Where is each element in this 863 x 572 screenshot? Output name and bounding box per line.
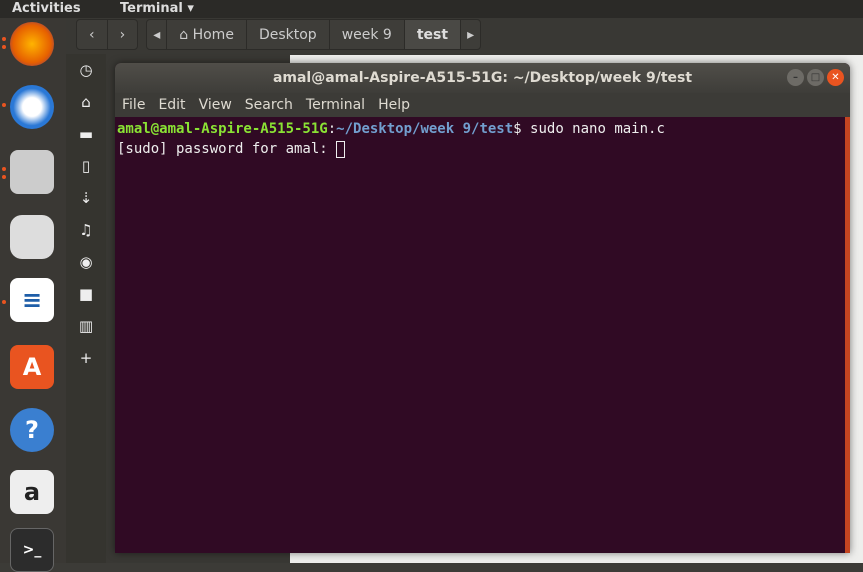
writer-icon[interactable]: ≡	[10, 278, 54, 322]
command: sudo nano main.c	[530, 121, 665, 137]
top-bar: Activities Terminal ▾	[0, 0, 863, 18]
amazon-icon[interactable]: a	[10, 470, 54, 514]
thunderbird-icon[interactable]	[10, 85, 54, 129]
prompt-sep: :	[327, 121, 337, 137]
path-scroll-right[interactable]: ▸	[461, 20, 480, 49]
window-title: amal@amal-Aspire-A515-51G: ~/Desktop/wee…	[272, 70, 693, 86]
terminal-titlebar[interactable]: amal@amal-Aspire-A515-51G: ~/Desktop/wee…	[115, 63, 850, 93]
prompt-user: amal@amal-Aspire-A515-51G	[117, 121, 328, 137]
app-menu[interactable]: Terminal ▾	[120, 0, 194, 18]
terminal-output[interactable]: amal@amal-Aspire-A515-51G:~/Desktop/week…	[115, 117, 850, 161]
terminal-icon[interactable]: >_	[10, 528, 54, 572]
maximize-icon[interactable]: □	[807, 69, 824, 86]
recent-icon[interactable]: ◷	[66, 54, 106, 86]
help-icon[interactable]: ?	[10, 408, 54, 452]
other-locations-icon[interactable]: +	[66, 342, 106, 374]
cursor	[336, 140, 346, 158]
path-test[interactable]: test	[404, 20, 462, 49]
menu-file[interactable]: File	[122, 97, 145, 113]
rhythmbox-icon[interactable]	[10, 215, 54, 259]
pictures-icon[interactable]: ◉	[66, 246, 106, 278]
menu-search[interactable]: Search	[245, 97, 293, 113]
sudo-prompt: [sudo] password for amal:	[117, 141, 337, 157]
menu-view[interactable]: View	[199, 97, 232, 113]
path-week9[interactable]: week 9	[330, 20, 405, 49]
home-icon: ⌂	[179, 26, 193, 43]
prompt-path: ~/Desktop/week 9/test	[336, 121, 514, 137]
downloads-icon[interactable]: ⇣	[66, 182, 106, 214]
menu-edit[interactable]: Edit	[158, 97, 185, 113]
menu-terminal[interactable]: Terminal	[306, 97, 365, 113]
videos-icon[interactable]: ■	[66, 278, 106, 310]
documents-icon[interactable]: ▯	[66, 150, 106, 182]
terminal-window: amal@amal-Aspire-A515-51G: ~/Desktop/wee…	[115, 63, 850, 553]
files-icon[interactable]	[10, 150, 54, 194]
desktop-icon[interactable]: ▬	[66, 118, 106, 150]
forward-button[interactable]: ›	[108, 20, 138, 49]
dock: ≡ A ? a >_	[0, 18, 66, 572]
menu-bar: File Edit View Search Terminal Help	[115, 93, 850, 117]
places-sidebar: ◷ ⌂ ▬ ▯ ⇣ ♫ ◉ ■ ▥ +	[66, 54, 106, 563]
path-desktop[interactable]: Desktop	[247, 20, 330, 49]
scrollbar[interactable]	[845, 117, 850, 553]
path-scroll-left[interactable]: ◂	[147, 20, 168, 49]
firefox-icon[interactable]	[10, 22, 54, 66]
back-button[interactable]: ‹	[77, 20, 108, 49]
software-center-icon[interactable]: A	[10, 345, 54, 389]
home-icon[interactable]: ⌂	[66, 86, 106, 118]
music-icon[interactable]: ♫	[66, 214, 106, 246]
close-icon[interactable]: ✕	[827, 69, 844, 86]
prompt-end: $	[513, 121, 531, 137]
path-home-label: Home	[192, 26, 234, 43]
path-home[interactable]: ⌂ Home	[167, 20, 247, 49]
trash-icon[interactable]: ▥	[66, 310, 106, 342]
activities-button[interactable]: Activities	[12, 0, 81, 18]
minimize-icon[interactable]: –	[787, 69, 804, 86]
menu-help[interactable]: Help	[378, 97, 410, 113]
